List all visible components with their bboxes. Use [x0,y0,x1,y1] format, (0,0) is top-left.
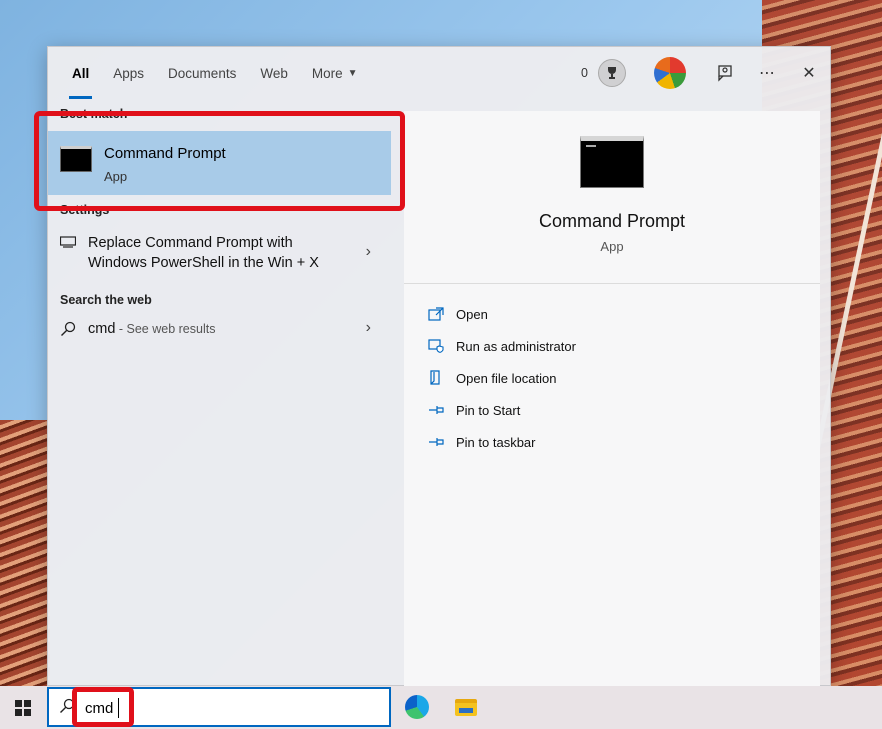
tab-web-label: Web [260,65,288,81]
settings-item-line1: Replace Command Prompt with [88,235,293,251]
action-pin-to-start-label: Pin to Start [456,402,521,418]
web-result-item[interactable]: cmd - See web results › [48,319,391,351]
feedback-icon[interactable] [704,47,746,99]
detail-subtitle: App [600,239,624,254]
search-icon [60,321,76,340]
web-query: cmd [88,321,116,337]
action-run-as-admin-label: Run as administrator [456,338,576,354]
close-icon[interactable]: ✕ [788,47,830,99]
detail-title: Command Prompt [538,211,686,231]
tab-more-label: More [311,65,343,81]
windows-logo-icon [15,699,31,716]
detail-pane: Command Prompt App Open Run as administr… [404,111,820,687]
action-run-as-admin[interactable]: Run as administrator [428,335,576,357]
detail-divider [404,283,820,284]
action-open-file-location[interactable]: Open file location [428,367,556,389]
action-open-label: Open [456,306,488,322]
chevron-right-icon: › [365,243,371,260]
trophy-icon[interactable] [598,59,626,87]
tab-apps[interactable]: Apps [113,47,144,99]
action-pin-to-taskbar[interactable]: Pin to taskbar [428,431,536,453]
tab-apps-label: Apps [113,65,145,81]
settings-item[interactable]: Replace Command Prompt with Windows Powe… [48,233,391,279]
search-tabs: All Apps Documents Web More ▼ [48,47,382,99]
chevron-right-icon: › [365,319,371,336]
tab-web[interactable]: Web [260,47,288,99]
tab-more[interactable]: More ▼ [312,47,358,99]
action-open[interactable]: Open [428,303,488,325]
folder-logo [455,698,477,716]
start-button[interactable] [0,686,46,729]
wallpaper [0,420,50,690]
highlight-search-query [72,687,134,727]
pin-icon [428,402,444,418]
file-explorer-icon[interactable] [451,692,481,722]
open-icon [428,306,444,322]
edge-logo [405,695,429,719]
caret-down-icon: ▼ [347,67,358,79]
highlight-best-match [34,111,405,211]
avatar[interactable] [654,57,686,89]
pin-icon [428,434,444,450]
rewards-points: 0 [581,66,588,80]
tab-documents[interactable]: Documents [168,47,236,99]
edge-icon[interactable] [402,692,432,722]
header-actions: 0 ⋯ ✕ [581,47,830,99]
web-result-text: cmd - See web results [88,319,215,339]
action-open-file-location-label: Open file location [456,370,557,386]
settings-item-line2: Windows PowerShell in the Win + X [88,255,319,271]
tab-all-label: All [72,65,90,81]
panel-header: All Apps Documents Web More ▼ 0 ⋯ ✕ [48,47,830,99]
file-location-icon [428,370,444,386]
tab-all[interactable]: All [68,47,93,99]
shield-icon [428,338,444,354]
display-icon [59,235,77,251]
command-prompt-large-icon [580,136,644,188]
search-web-heading: Search the web [60,293,152,307]
action-pin-to-taskbar-label: Pin to taskbar [456,434,536,450]
action-pin-to-start[interactable]: Pin to Start [428,399,520,421]
more-options-icon[interactable]: ⋯ [746,47,788,99]
tab-documents-label: Documents [168,65,237,81]
web-result-suffix: - See web results [115,322,216,336]
